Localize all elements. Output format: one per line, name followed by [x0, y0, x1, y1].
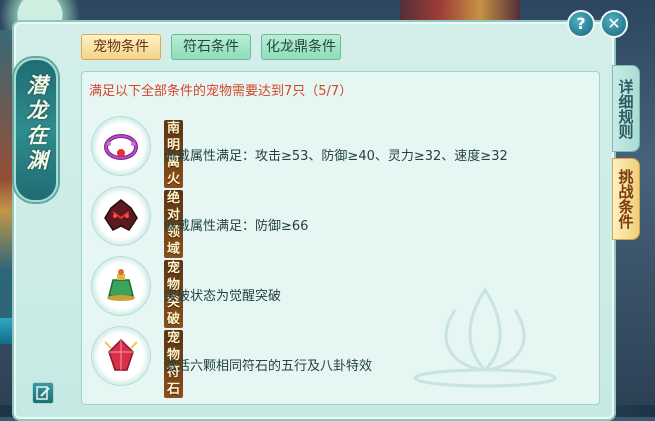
tab-dragon-cauldron-conditions[interactable]: 化龙鼎条件 — [261, 34, 341, 60]
jade-pot-icon — [92, 257, 150, 315]
crystal-icon — [92, 327, 150, 385]
help-button[interactable]: ? — [567, 10, 595, 38]
ring-icon — [92, 117, 150, 175]
dragon-mask-icon — [92, 187, 150, 245]
close-button[interactable]: ✕ — [600, 10, 628, 38]
edit-icon[interactable] — [32, 382, 54, 404]
condition-description: 佩戴属性满足：防御≥66 — [164, 219, 309, 234]
game-scene-top — [400, 0, 520, 20]
condition-description: 激活六颗相同符石的五行及八卦特效 — [164, 359, 373, 374]
side-tab-challenge-conditions[interactable]: 挑战条件 — [612, 158, 640, 240]
requirement-text: 满足以下全部条件的宠物需要达到7只（5/7） — [89, 84, 353, 99]
tab-rune-conditions[interactable]: 符石条件 — [171, 34, 251, 60]
banner-title: 潜龙在渊 — [24, 74, 49, 174]
title-banner: 潜龙在渊 — [14, 58, 58, 202]
condition-description: 佩戴属性满足：攻击≥53、防御≥40、灵力≥32、速度≥32 — [164, 149, 508, 164]
condition-description: 突破状态为觉醒突破 — [164, 289, 282, 304]
tab-pet-conditions[interactable]: 宠物条件 — [81, 34, 161, 60]
lotus-watermark-icon — [413, 287, 557, 388]
side-tab-detailed-rules[interactable]: 详细规则 — [612, 65, 640, 152]
